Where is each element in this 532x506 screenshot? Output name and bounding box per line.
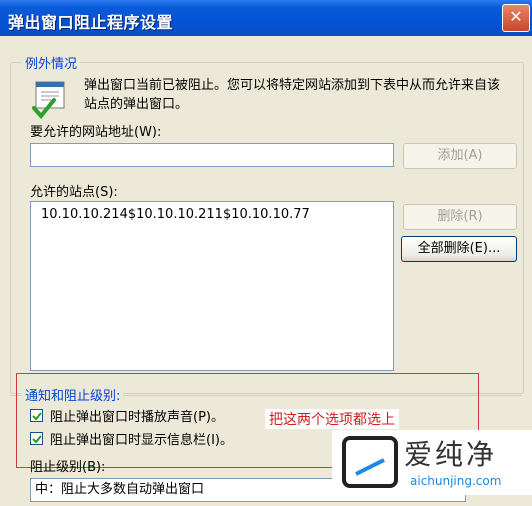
remove-button[interactable]: 删除(R) bbox=[403, 204, 517, 230]
list-item[interactable]: 10.10.10.214$10.10.10.211$10.10.10.77 bbox=[41, 207, 310, 222]
remove-all-button[interactable]: 全部删除(E)... bbox=[401, 236, 517, 262]
checkmark-icon bbox=[32, 435, 42, 444]
annotation-note: 把这两个选项都选上 bbox=[265, 409, 399, 429]
watermark-brand: 爱纯净 bbox=[404, 438, 498, 471]
address-input[interactable] bbox=[30, 143, 394, 167]
allowed-sites-label: 允许的站点(S): bbox=[30, 185, 118, 200]
block-level-label: 阻止级别(B): bbox=[30, 460, 106, 475]
watermark: 爱纯净 aichunjing.com bbox=[332, 430, 532, 495]
play-sound-checkbox[interactable] bbox=[30, 409, 43, 422]
address-label: 要允许的网站地址(W): bbox=[30, 125, 162, 140]
show-bar-label[interactable]: 阻止弹出窗口时显示信息栏(I)。 bbox=[50, 429, 233, 448]
exceptions-legend: 例外情况 bbox=[22, 53, 81, 72]
play-sound-label[interactable]: 阻止弹出窗口时播放声音(P)。 bbox=[50, 406, 224, 425]
brand-logo-icon bbox=[342, 436, 398, 488]
title-bar: 弹出窗口阻止程序设置 ✕ bbox=[0, 0, 532, 36]
allowed-sites-list[interactable]: 10.10.10.214$10.10.10.211$10.10.10.77 bbox=[30, 201, 394, 371]
add-button[interactable]: 添加(A) bbox=[403, 143, 517, 169]
show-bar-checkbox[interactable] bbox=[30, 432, 43, 445]
exceptions-description: 弹出窗口当前已被阻止。您可以将特定网站添加到下表中从而允许来自该站点的弹出窗口。 bbox=[84, 78, 501, 112]
checkmark-icon bbox=[32, 412, 42, 421]
close-button[interactable]: ✕ bbox=[502, 4, 530, 32]
popup-allowed-icon bbox=[30, 80, 70, 120]
window-title: 弹出窗口阻止程序设置 bbox=[8, 13, 174, 32]
watermark-url: aichunjing.com bbox=[410, 474, 502, 488]
